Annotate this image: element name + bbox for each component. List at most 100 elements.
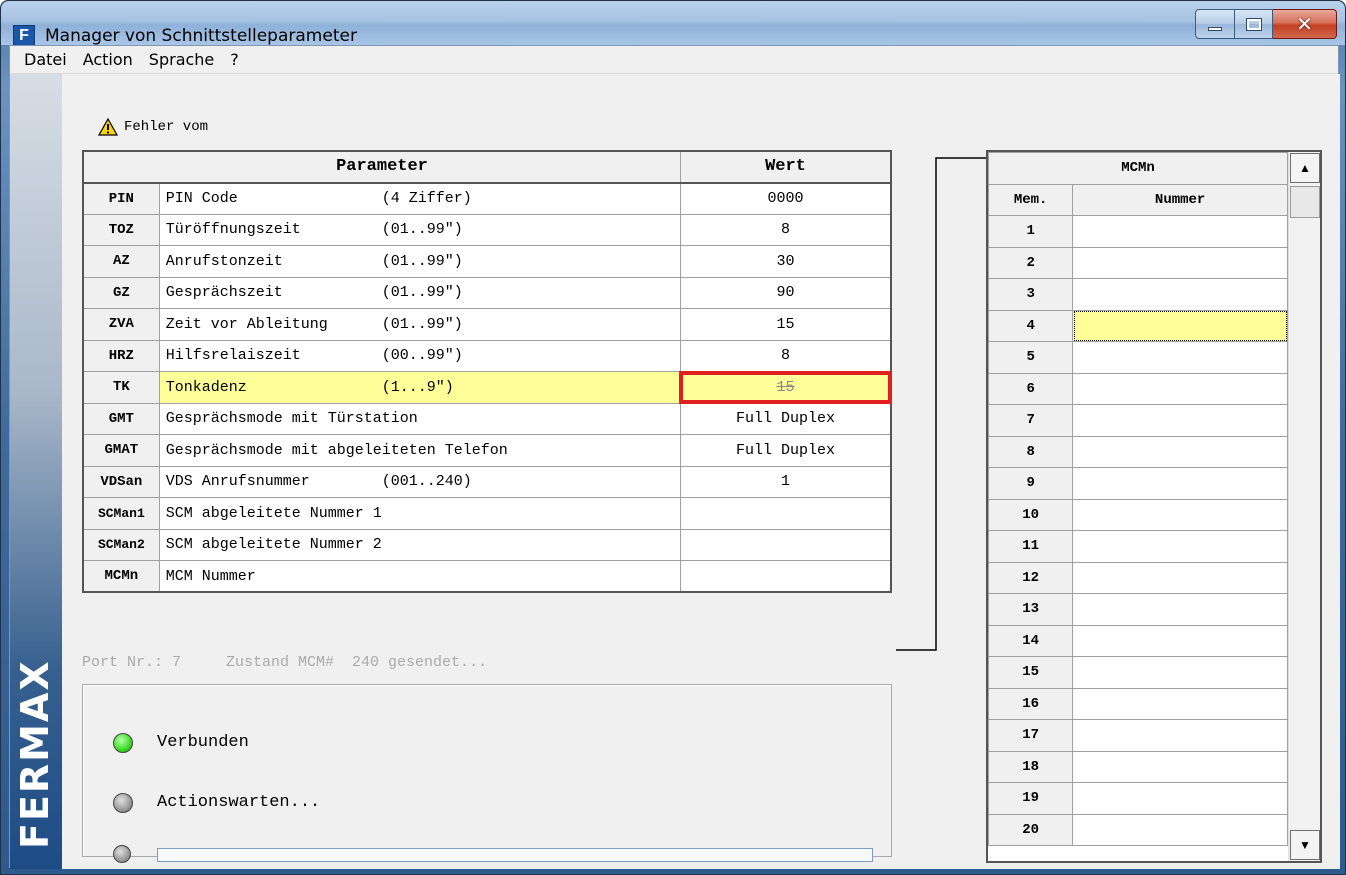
param-row-scman2[interactable]: SCMan2 SCM abgeleitete Nummer 2 (82, 528, 892, 561)
param-row-gmat[interactable]: GMAT Gesprächsmode mit abgeleiteten Tele… (82, 434, 892, 467)
param-value[interactable]: Full Duplex (679, 402, 892, 435)
param-row-gz[interactable]: GZ Gesprächszeit (01..99") 90 (82, 276, 892, 309)
param-value[interactable]: 30 (679, 245, 892, 278)
waiting-label: Actionswarten... (157, 793, 321, 812)
mcm-row[interactable]: 9 (988, 467, 1288, 500)
mcm-row[interactable]: 1 (988, 215, 1288, 248)
window-controls: ✕ (1195, 9, 1337, 39)
mcm-number-cell[interactable] (1072, 687, 1288, 720)
param-value[interactable] (679, 497, 892, 530)
scroll-down-button[interactable]: ▼ (1290, 830, 1320, 860)
mcm-mem: 7 (988, 404, 1074, 437)
mcm-row[interactable]: 5 (988, 341, 1288, 374)
mcm-number-cell[interactable] (1072, 341, 1288, 374)
param-value[interactable] (679, 528, 892, 561)
mcm-number-cell[interactable] (1072, 467, 1288, 500)
mcm-row[interactable]: 11 (988, 530, 1288, 563)
mcm-row[interactable]: 20 (988, 813, 1288, 846)
mcm-mem: 20 (988, 813, 1074, 846)
param-value[interactable]: 1 (679, 465, 892, 498)
mcm-row[interactable]: 19 (988, 782, 1288, 815)
mcm-row[interactable]: 17 (988, 719, 1288, 752)
menu-action[interactable]: Action (75, 50, 141, 69)
progress-led-icon (113, 845, 131, 863)
menu-datei[interactable]: Datei (16, 50, 75, 69)
param-row-mcmn[interactable]: MCMn MCM Nummer (82, 560, 892, 593)
mcm-number-cell[interactable] (1072, 498, 1288, 531)
param-row-vdsan[interactable]: VDSan VDS Anrufsnummer (001..240) 1 (82, 465, 892, 498)
mcm-mem: 8 (988, 435, 1074, 468)
mcm-header-row: Mem. Nummer (988, 183, 1288, 216)
param-row-toz[interactable]: TOZ Türöffnungszeit (01..99") 8 (82, 213, 892, 246)
param-row-az[interactable]: AZ Anrufstonzeit (01..99") 30 (82, 245, 892, 278)
mcm-number-cell[interactable] (1072, 372, 1288, 405)
mcm-row[interactable]: 10 (988, 498, 1288, 531)
maximize-button[interactable] (1235, 9, 1273, 39)
param-row-gmt[interactable]: GMT Gesprächsmode mit Türstation Full Du… (82, 402, 892, 435)
mcm-number-cell[interactable] (1072, 624, 1288, 657)
param-code: VDSan (82, 465, 160, 498)
connection-panel: Verbunden Actionswarten... (82, 684, 892, 863)
mcm-row[interactable]: 14 (988, 624, 1288, 657)
mcm-number-cell[interactable] (1072, 782, 1288, 815)
close-button[interactable]: ✕ (1273, 9, 1337, 39)
param-value[interactable] (679, 560, 892, 593)
mcm-row[interactable]: 7 (988, 404, 1288, 437)
client-area: Datei Action Sprache ? FERMAX Fehler vom (9, 45, 1340, 869)
mcm-row[interactable]: 6 (988, 372, 1288, 405)
mcm-row-selected[interactable]: 4 (988, 309, 1288, 342)
minimize-button[interactable] (1195, 9, 1235, 39)
mcm-row[interactable]: 12 (988, 561, 1288, 594)
param-row-tk-selected[interactable]: TK Tonkadenz (1...9") 15 (82, 370, 892, 404)
menu-help[interactable]: ? (222, 50, 247, 69)
param-row-scman1[interactable]: SCMan1 SCM abgeleitete Nummer 1 (82, 497, 892, 530)
mcm-row[interactable]: 2 (988, 246, 1288, 279)
mcm-number-cell[interactable] (1072, 750, 1288, 783)
mcm-mem: 2 (988, 246, 1074, 279)
mcm-row[interactable]: 13 (988, 593, 1288, 626)
mcm-mem: 5 (988, 341, 1074, 374)
menu-sprache[interactable]: Sprache (141, 50, 222, 69)
mcm-number-cell[interactable] (1072, 813, 1288, 846)
mcm-row[interactable]: 16 (988, 687, 1288, 720)
param-code: TOZ (82, 213, 160, 246)
param-value-error[interactable]: 15 (679, 370, 892, 404)
title-bar[interactable]: F Manager von Schnittstelleparameter ✕ (1, 1, 1345, 47)
param-value[interactable]: 8 (679, 339, 892, 372)
mcm-number-cell[interactable] (1072, 215, 1288, 248)
mcm-row[interactable]: 15 (988, 656, 1288, 689)
mcm-number-cell[interactable] (1072, 530, 1288, 563)
scroll-up-button[interactable]: ▲ (1290, 153, 1320, 183)
param-desc: MCM Nummer (158, 560, 681, 593)
mcm-number-cell[interactable] (1072, 561, 1288, 594)
mcm-mem: 6 (988, 372, 1074, 405)
status-line: Port Nr.: 7 Zustand MCM# 240 gesendet... (82, 654, 488, 671)
window-title: Manager von Schnittstelleparameter (45, 26, 357, 46)
mcm-number-cell[interactable] (1072, 435, 1288, 468)
mcm-row[interactable]: 18 (988, 750, 1288, 783)
param-row-pin[interactable]: PIN PIN Code (4 Ziffer) 0000 (82, 182, 892, 215)
mcm-number-cell[interactable] (1072, 719, 1288, 752)
param-row-zva[interactable]: ZVA Zeit vor Ableitung (01..99") 15 (82, 308, 892, 341)
param-row-hrz[interactable]: HRZ Hilfsrelaiszeit (00..99") 8 (82, 339, 892, 372)
param-value[interactable]: 0000 (679, 182, 892, 215)
mcm-number-cell[interactable] (1072, 656, 1288, 689)
mcm-row[interactable]: 8 (988, 435, 1288, 468)
waiting-led-icon (113, 793, 133, 813)
scroll-thumb[interactable] (1290, 186, 1320, 218)
mcm-number-cell[interactable] (1072, 278, 1288, 311)
param-value[interactable]: 90 (679, 276, 892, 309)
mcm-number-cell[interactable] (1072, 404, 1288, 437)
mcm-number-cell[interactable] (1072, 593, 1288, 626)
mcm-number-cell[interactable] (1072, 246, 1288, 279)
main-content: Fehler vom Parameter Wert PIN PIN Code (… (62, 74, 1340, 869)
param-value[interactable]: 8 (679, 213, 892, 246)
brand-sidebar: FERMAX (10, 74, 62, 869)
param-value[interactable]: 15 (679, 308, 892, 341)
mcm-row[interactable]: 3 (988, 278, 1288, 311)
param-code: SCMan1 (82, 497, 160, 530)
mcm-number-cell-active[interactable] (1072, 309, 1288, 342)
mcm-mem: 19 (988, 782, 1074, 815)
mcm-scrollbar[interactable]: ▲ ▼ (1288, 152, 1320, 861)
param-value[interactable]: Full Duplex (679, 434, 892, 467)
